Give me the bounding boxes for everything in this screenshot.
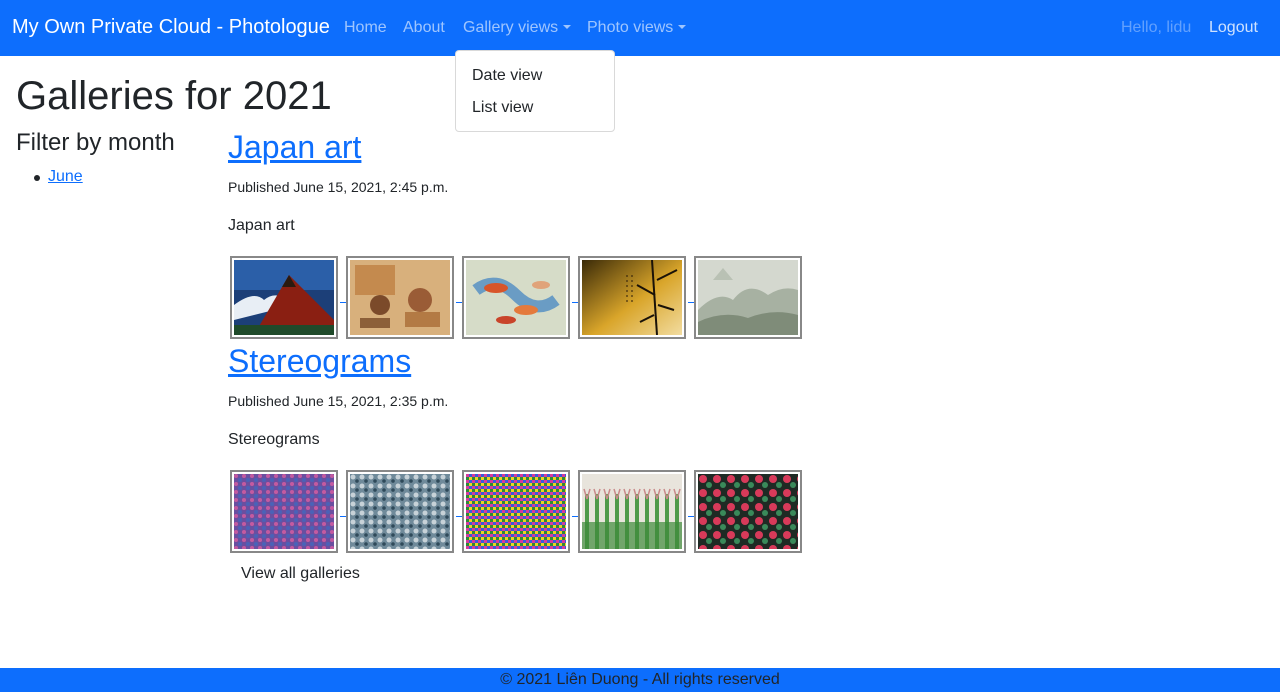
stereogram-thumbnail[interactable] bbox=[694, 470, 802, 553]
bullet-icon bbox=[34, 175, 40, 181]
top-navbar: My Own Private Cloud - Photologue Home A… bbox=[0, 0, 1280, 56]
stereogram-thumbnail[interactable] bbox=[462, 470, 570, 553]
gallery-published-date: Published June 15, 2021, 2:45 p.m. bbox=[228, 179, 449, 195]
footer: © 2021 Liên Duong - All rights reserved bbox=[0, 668, 1280, 692]
nav-gallery-views[interactable]: Gallery views bbox=[463, 19, 572, 37]
caret-down-icon bbox=[563, 25, 572, 29]
gallery-description: Stereograms bbox=[228, 431, 320, 448]
brand-link[interactable]: My Own Private Cloud - Photologue bbox=[12, 16, 330, 39]
dropdown-item-date-view[interactable]: Date view bbox=[472, 67, 542, 85]
view-all-galleries-link[interactable]: View all galleries bbox=[241, 565, 360, 583]
stereogram-thumbnail[interactable] bbox=[230, 470, 338, 553]
dropdown-item-list-view[interactable]: List view bbox=[472, 99, 533, 117]
logout-link[interactable]: Logout bbox=[1209, 19, 1258, 37]
filter-title: Filter by month bbox=[16, 129, 175, 156]
page-title: Galleries for 2021 bbox=[16, 74, 332, 118]
month-filter-june[interactable]: June bbox=[48, 168, 83, 186]
bamboo-painting-thumbnail[interactable] bbox=[578, 256, 686, 339]
scroll-painting-thumbnail[interactable] bbox=[346, 256, 454, 339]
landscape-painting-thumbnail[interactable] bbox=[694, 256, 802, 339]
nav-photo-views[interactable]: Photo views bbox=[587, 19, 687, 37]
gallery-description: Japan art bbox=[228, 217, 295, 234]
koi-painting-thumbnail[interactable] bbox=[462, 256, 570, 339]
gallery-title-link[interactable]: Japan art bbox=[228, 129, 361, 166]
gallery-published-date: Published June 15, 2021, 2:35 p.m. bbox=[228, 393, 449, 409]
nav-home[interactable]: Home bbox=[344, 19, 387, 37]
nav-photo-views-label: Photo views bbox=[587, 19, 674, 36]
nav-about[interactable]: About bbox=[403, 19, 445, 37]
user-greeting: Hello, lidu bbox=[1121, 19, 1192, 36]
nav-gallery-views-label: Gallery views bbox=[463, 19, 559, 36]
caret-down-icon bbox=[678, 25, 687, 29]
stereogram-thumbnail[interactable] bbox=[578, 470, 686, 553]
gallery-views-dropdown: Date view List view bbox=[455, 50, 615, 132]
gallery-title-link[interactable]: Stereograms bbox=[228, 343, 411, 380]
stereogram-thumbnail[interactable] bbox=[346, 470, 454, 553]
footer-copyright: © 2021 Liên Duong - All rights reserved bbox=[500, 671, 780, 688]
mountain-painting-thumbnail[interactable] bbox=[230, 256, 338, 339]
